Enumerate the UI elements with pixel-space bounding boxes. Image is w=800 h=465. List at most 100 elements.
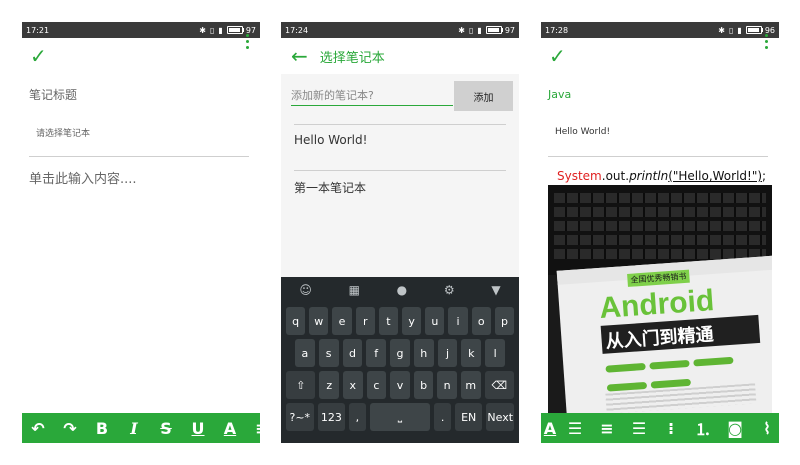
key-v[interactable]: v (390, 371, 410, 399)
format-toolbar: A ☰ ≡ ☰ ⁝ ⒈ ◙ ⌇ (541, 413, 779, 443)
key-i[interactable]: i (448, 307, 468, 335)
key-n[interactable]: n (437, 371, 457, 399)
key-w[interactable]: w (309, 307, 329, 335)
key-c[interactable]: c (366, 371, 387, 399)
note-content-code[interactable]: System.out.println("Hello,World!"); (557, 169, 766, 183)
new-notebook-input[interactable] (291, 86, 453, 106)
signal-icon: ▮ (737, 25, 742, 35)
key-h[interactable]: h (413, 339, 434, 367)
emoji-icon[interactable]: ☺ (299, 283, 312, 297)
next-key[interactable]: Next (486, 403, 514, 431)
picker-header: ← 选择笔记本 (281, 38, 519, 74)
code-class: System (557, 169, 602, 183)
notebook-selector[interactable]: 请选择笔记本 (36, 126, 90, 139)
key-z[interactable]: z (319, 371, 339, 399)
key-o[interactable]: o (471, 307, 491, 335)
notebook-item[interactable]: 第一本笔记本 (294, 179, 366, 196)
key-r[interactable]: r (355, 307, 375, 335)
note-title-field[interactable]: 笔记标题 (29, 86, 77, 103)
inserted-photo[interactable]: 全国优秀畅销书 Android 从入门到精通 (548, 185, 772, 413)
vibrate-icon: ▯ (469, 25, 474, 35)
key-d[interactable]: d (342, 339, 363, 367)
note-content-field[interactable]: 单击此输入内容.... (29, 168, 137, 187)
period-key[interactable]: . (434, 403, 451, 431)
collapse-keyboard-icon[interactable]: ▼ (491, 283, 500, 297)
numbered-list-icon[interactable]: ⒈ (687, 416, 719, 440)
confirm-check-icon[interactable]: ✓ (30, 44, 47, 68)
confirm-check-icon[interactable]: ✓ (549, 44, 566, 68)
overflow-menu-icon[interactable] (246, 34, 250, 49)
italic-icon[interactable]: I (118, 419, 150, 438)
microphone-icon[interactable]: ● (397, 283, 407, 297)
key-t[interactable]: t (378, 307, 399, 335)
format-toolbar: ↶ ↷ B I S U A ≡ (22, 413, 260, 443)
key-b[interactable]: b (413, 371, 434, 399)
editor-screen-filled: 17:28 ✱ ▯ ▮ 96 ✓ Java Hello World! Syste… (541, 22, 779, 443)
key-l[interactable]: l (485, 339, 506, 367)
key-k[interactable]: k (461, 339, 482, 367)
align-center-icon[interactable]: ≡ (591, 419, 623, 438)
battery-level: 97 (504, 25, 515, 35)
key-e[interactable]: e (332, 307, 352, 335)
notebook-item[interactable]: Hello World! (294, 133, 367, 147)
page-title: 选择笔记本 (319, 50, 385, 66)
gear-icon[interactable]: ⚙ (444, 283, 455, 297)
key-p[interactable]: p (494, 307, 515, 335)
key-u[interactable]: u (425, 307, 445, 335)
numbers-key[interactable]: 123 (317, 403, 346, 431)
key-j[interactable]: j (437, 339, 458, 367)
underline-icon[interactable]: U (182, 419, 214, 438)
bullet-list-icon[interactable]: ⁝ (655, 419, 687, 438)
text-color-icon[interactable]: A (214, 419, 246, 438)
signal-icon: ▮ (477, 25, 482, 35)
notebook-picker-screen: 17:24 ✱ ▯ ▮ 97 ← 选择笔记本 添加 Hello World! 第… (281, 22, 519, 443)
battery-fill (228, 28, 241, 32)
divider (548, 156, 768, 157)
align-right-icon[interactable]: ☰ (623, 419, 655, 438)
overflow-menu-icon[interactable] (765, 34, 769, 49)
key-f[interactable]: f (366, 339, 387, 367)
bluetooth-icon: ✱ (199, 25, 206, 35)
key-q[interactable]: q (286, 307, 306, 335)
align-left-icon[interactable]: ☰ (559, 419, 591, 438)
battery-icon: 97 (226, 26, 256, 35)
strikethrough-icon[interactable]: S (150, 419, 182, 438)
camera-icon[interactable]: ◙ (719, 419, 751, 438)
comma-key[interactable]: , (349, 403, 366, 431)
redo-icon[interactable]: ↷ (54, 419, 86, 438)
divider (294, 124, 506, 125)
bold-icon[interactable]: B (86, 419, 118, 438)
battery-icon: 96 (745, 26, 775, 35)
soft-keyboard: ☺ ▦ ● ⚙ ▼ q w e r t y u i o p a s d f g … (281, 277, 519, 443)
bluetooth-icon: ✱ (458, 25, 465, 35)
status-time: 17:28 (545, 25, 569, 35)
status-bar: 17:21 ✱ ▯ ▮ 97 (22, 22, 260, 38)
add-notebook-button[interactable]: 添加 (454, 81, 513, 111)
key-x[interactable]: x (343, 371, 363, 399)
editor-screen-empty: 17:21 ✱ ▯ ▮ 97 ✓ 笔记标题 请选择笔记本 单击此输入内容....… (22, 22, 260, 443)
back-arrow-icon[interactable]: ← (291, 44, 308, 68)
symbols-key[interactable]: ?~* (286, 403, 314, 431)
align-icon[interactable]: ≡ (246, 419, 260, 438)
editor-toolbar: ✓ (22, 38, 260, 74)
shift-key-icon[interactable]: ⇧ (286, 371, 316, 399)
code-arg: ("Hello,World!") (668, 169, 763, 183)
attachment-icon[interactable]: ⌇ (751, 419, 779, 438)
battery-fill (747, 28, 760, 32)
language-key[interactable]: EN (454, 403, 483, 431)
space-key[interactable]: ⎵ (369, 403, 431, 431)
undo-icon[interactable]: ↶ (22, 419, 54, 438)
keyboard-switch-icon[interactable]: ▦ (349, 283, 360, 297)
key-g[interactable]: g (390, 339, 410, 367)
notebook-selector[interactable]: Hello World! (555, 127, 610, 137)
key-m[interactable]: m (460, 371, 481, 399)
text-color-icon[interactable]: A (541, 419, 559, 438)
bluetooth-icon: ✱ (718, 25, 725, 35)
keyboard-toolbar: ☺ ▦ ● ⚙ ▼ (281, 277, 519, 303)
backspace-key-icon[interactable]: ⌫ (484, 371, 514, 399)
note-title-field[interactable]: Java (548, 88, 571, 101)
key-a[interactable]: a (295, 339, 315, 367)
divider (294, 170, 506, 171)
key-y[interactable]: y (402, 307, 422, 335)
key-s[interactable]: s (318, 339, 339, 367)
